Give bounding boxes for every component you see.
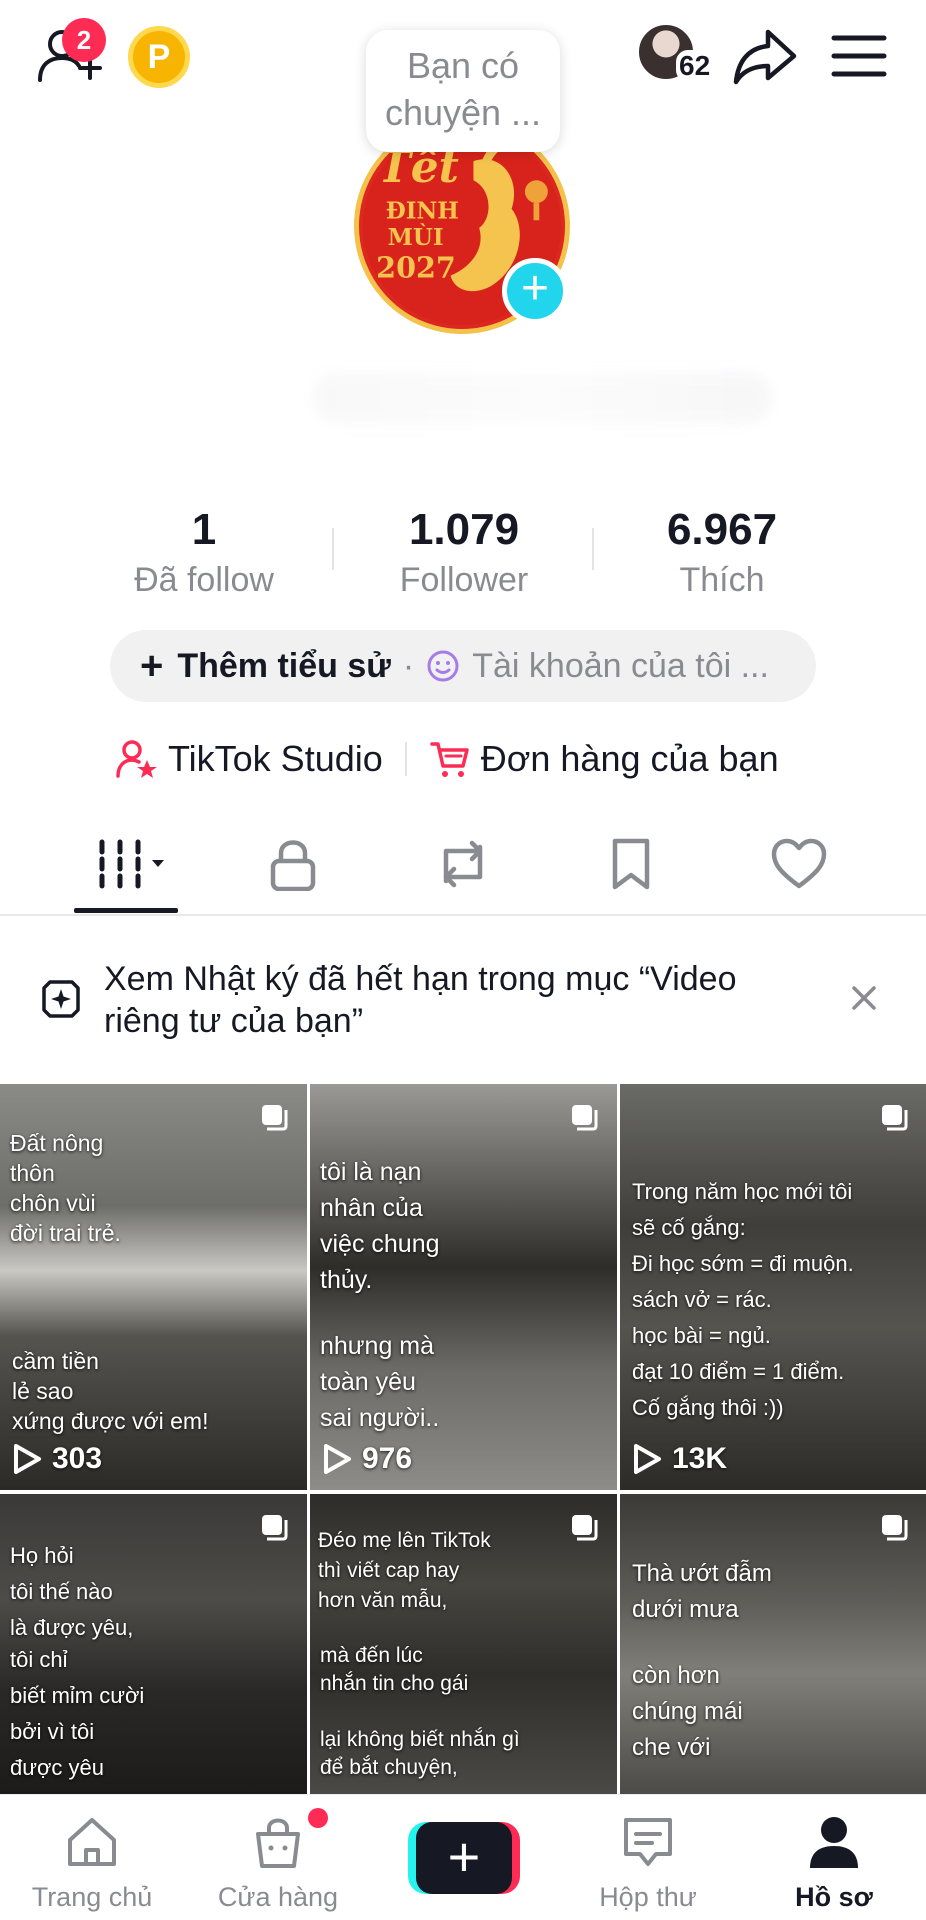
video-tile-5[interactable]: Đéo mẹ lên TikTok thì viết cap hay hơn v… <box>310 1494 617 1794</box>
tab-private[interactable] <box>250 836 336 892</box>
cart-icon <box>430 742 469 777</box>
banner-text: Xem Nhật ký đã hết hạn trong mục “Video … <box>104 960 737 1040</box>
play-icon <box>634 1444 661 1474</box>
home-icon <box>68 1818 116 1866</box>
story-prompt-line2: chuyện ... <box>384 92 542 133</box>
create-plus-icon: + <box>416 1822 512 1894</box>
play-icon <box>324 1444 351 1474</box>
menu-button[interactable] <box>830 30 888 82</box>
shortcut-separator <box>404 742 407 776</box>
shopping-bag-icon <box>256 1818 300 1868</box>
followers-count: 1.079 <box>408 505 520 554</box>
tab-reposts[interactable] <box>420 836 506 892</box>
view-count-value: 976 <box>362 1442 413 1475</box>
following-count: 1 <box>191 505 217 554</box>
add-bio-plus-icon: + <box>140 644 164 688</box>
smile-icon <box>427 650 459 682</box>
nav-shop-label: Cửa hàng <box>217 1882 339 1912</box>
nav-shop[interactable]: Cửa hàng <box>188 1812 368 1913</box>
notification-badge: 2 <box>62 18 106 62</box>
view-count: 976 <box>322 1442 412 1476</box>
followers-label: Follower <box>399 561 529 599</box>
nav-profile[interactable]: Hồ sơ <box>744 1812 924 1913</box>
account-label[interactable]: Tài khoản của tôi ... <box>472 647 782 686</box>
multi-photo-icon <box>262 1105 288 1131</box>
video-caption-top: tôi là nạn nhân của việc chung thủy. <box>320 1158 440 1294</box>
inbox-icon <box>624 1818 672 1866</box>
video-tile-3[interactable]: Trong năm học mới tôi sẽ cố gắng: Đi học… <box>620 1084 926 1490</box>
likes-count: 6.967 <box>666 505 778 554</box>
active-tab-indicator <box>74 908 178 913</box>
bio-separator: · <box>402 646 415 685</box>
video-caption-top: Họ hỏi tôi thế nào là được yêu, <box>10 1543 134 1640</box>
video-tile-1[interactable]: Đất nông thôn chôn vùi đời trai trẻ. cầm… <box>0 1084 307 1490</box>
view-count: 13K <box>632 1442 727 1476</box>
close-icon[interactable] <box>844 978 884 1018</box>
likes-stat[interactable]: 6.967 Thích <box>592 504 852 602</box>
profile-icon <box>810 1817 858 1868</box>
video-caption-bottom: nhưng mà toàn yêu sai người.. <box>320 1332 440 1432</box>
bookmark-icon <box>612 838 650 890</box>
video-caption-top: Đéo mẹ lên TikTok thì viết cap hay hơn v… <box>318 1529 491 1612</box>
following-stat[interactable]: 1 Đã follow <box>74 504 334 602</box>
video-tile-2[interactable]: tôi là nạn nhân của việc chung thủy. như… <box>310 1084 617 1490</box>
studio-link[interactable]: TikTok Studio <box>168 738 383 780</box>
multi-photo-icon <box>262 1515 288 1541</box>
video-caption-top: Thà ướt đẫm dưới mưa <box>632 1560 772 1623</box>
blurred-username <box>312 372 772 424</box>
bio-pill[interactable]: + Thêm tiểu sử · Tài khoản của tôi ... <box>110 630 816 702</box>
friends-avatars[interactable]: 62 <box>636 22 714 88</box>
video-caption-top: Đất nông thôn chôn vùi đời trai trẻ. <box>10 1130 121 1246</box>
nav-profile-label: Hồ sơ <box>795 1882 873 1912</box>
avatar-text-year: 2027 <box>376 251 456 285</box>
likes-label: Thích <box>679 561 765 599</box>
multi-photo-icon <box>572 1105 598 1131</box>
tab-saved[interactable] <box>588 836 674 892</box>
story-prompt-bubble[interactable]: Bạn có chuyện ... <box>366 30 560 152</box>
tab-divider <box>0 914 926 916</box>
following-label: Đã follow <box>134 561 274 599</box>
followers-stat[interactable]: 1.079 Follower <box>334 504 594 602</box>
view-count-value: 13K <box>672 1442 728 1475</box>
multi-photo-icon <box>572 1515 598 1541</box>
repost-icon <box>443 840 483 888</box>
story-prompt-line1: Bạn có <box>406 45 520 86</box>
tab-videos[interactable] <box>84 836 170 892</box>
add-bio-label[interactable]: Thêm tiểu sử <box>177 647 391 686</box>
multi-photo-icon <box>882 1515 908 1541</box>
video-caption-top: Trong năm học mới tôi sẽ cố gắng: Đi học… <box>632 1179 854 1420</box>
avatar-text-mui: MÙI <box>388 224 444 251</box>
tab-liked[interactable] <box>756 836 842 892</box>
video-caption-bottom: mà đến lúc nhắn tin cho gái lại không bi… <box>320 1644 520 1779</box>
create-button[interactable]: + <box>408 1822 520 1894</box>
view-count: 303 <box>12 1442 102 1476</box>
diary-star-icon <box>42 980 80 1018</box>
nav-home[interactable]: Trang chủ <box>2 1812 182 1913</box>
multi-photo-icon <box>882 1105 908 1131</box>
hamburger-menu-icon <box>831 35 887 77</box>
video-caption-bottom: cầm tiền lẻ sao xứng được với em! <box>12 1348 209 1434</box>
nav-inbox[interactable]: Hộp thư <box>558 1812 738 1913</box>
avatar-text-dinh: ĐINH <box>386 198 459 224</box>
view-count-value: 303 <box>52 1442 103 1475</box>
video-tile-4[interactable]: Họ hỏi tôi thế nào là được yêu, tôi chỉ … <box>0 1494 307 1794</box>
nav-inbox-label: Hộp thư <box>599 1882 697 1912</box>
shop-notification-dot <box>308 1808 328 1828</box>
grid-dropdown-icon <box>99 839 164 889</box>
video-caption-bottom: còn hơn chúng mái che với <box>632 1662 743 1761</box>
video-tile-6[interactable]: Thà ướt đẫm dưới mưa còn hơn chúng mái c… <box>620 1494 926 1794</box>
nav-home-label: Trang chủ <box>31 1882 153 1912</box>
video-caption-bottom: tôi chỉ biết mỉm cười bởi vì tôi được yê… <box>10 1647 145 1780</box>
studio-icon <box>116 740 157 778</box>
heart-icon <box>771 838 827 889</box>
play-icon <box>14 1444 41 1474</box>
share-icon <box>733 29 797 85</box>
lock-icon <box>270 840 316 891</box>
shortcut-row: TikTok Studio Đơn hàng của bạn <box>116 734 779 784</box>
friends-count: 62 <box>676 50 714 82</box>
orders-link[interactable]: Đơn hàng của bạn <box>481 738 779 780</box>
coin-icon[interactable]: P <box>128 26 190 88</box>
share-button[interactable] <box>732 26 798 86</box>
avatar-add-button[interactable]: + <box>502 258 568 324</box>
